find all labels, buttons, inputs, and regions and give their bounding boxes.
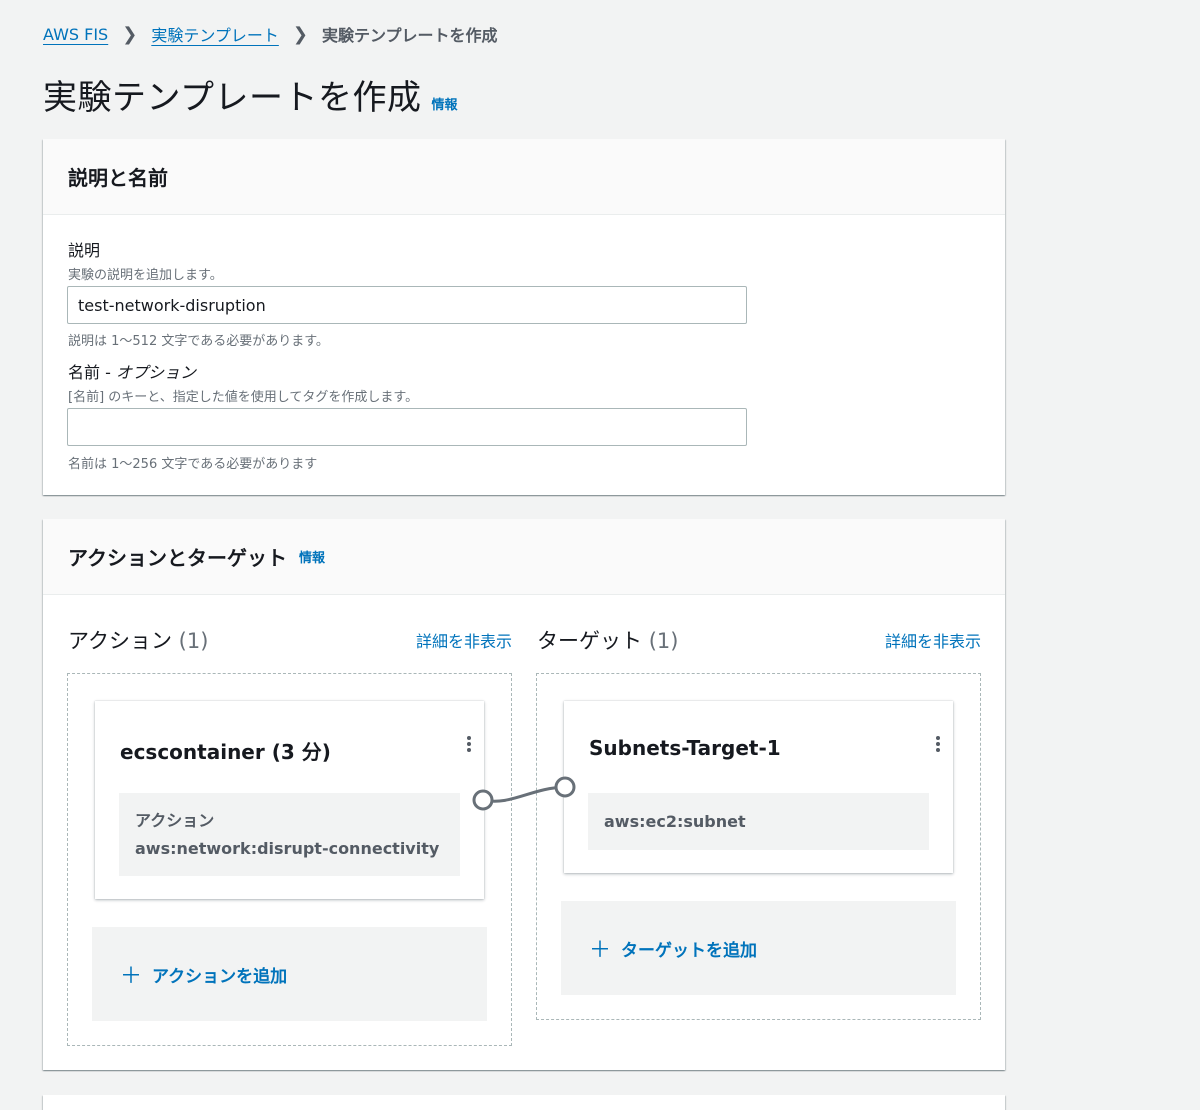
chevron-right-icon: ❯ xyxy=(122,23,138,45)
page-header: 実験テンプレートを作成 情報 xyxy=(43,70,458,119)
breadcrumb: AWS FIS ❯ 実験テンプレート ❯ 実験テンプレートを作成 xyxy=(43,22,497,46)
add-action-label: アクションを追加 xyxy=(152,966,288,987)
page-title: 実験テンプレートを作成 xyxy=(43,78,422,118)
description-input[interactable]: test-network-disruption xyxy=(67,286,747,324)
action-card-detail-value: aws:network:disrupt-connectivity xyxy=(135,839,440,858)
actions-targets-header: アクションとターゲット 情報 xyxy=(43,519,1005,595)
targets-column-header: ターゲット (1) 詳細を非表示 xyxy=(537,625,981,655)
breadcrumb-aws-fis[interactable]: AWS FIS xyxy=(43,25,108,44)
action-card-menu-icon[interactable] xyxy=(464,734,474,754)
breadcrumb-current: 実験テンプレートを作成 xyxy=(321,26,498,45)
action-card-detail: アクション aws:network:disrupt-connectivity xyxy=(119,793,460,876)
action-target-connector xyxy=(472,776,576,811)
action-card[interactable]: ecscontainer (3 分) アクション aws:network:dis… xyxy=(95,701,484,899)
target-card-detail-value: aws:ec2:subnet xyxy=(604,811,746,831)
actions-hide-details-link[interactable]: 詳細を非表示 xyxy=(416,628,512,652)
target-card-detail: aws:ec2:subnet xyxy=(588,793,929,850)
connector-end-handle[interactable] xyxy=(554,776,576,798)
description-name-title: 説明と名前 xyxy=(68,166,168,190)
description-constraint: 説明は 1〜512 文字である必要があります。 xyxy=(68,334,329,349)
plus-icon: ＋ xyxy=(589,938,612,963)
description-field: 説明 実験の説明を追加します。 xyxy=(68,237,223,283)
next-panel xyxy=(43,1095,1005,1110)
action-card-detail-label: アクション xyxy=(135,811,215,830)
chevron-right-icon: ❯ xyxy=(292,23,308,45)
name-constraint: 名前は 1〜256 文字である必要があります xyxy=(68,457,318,472)
targets-column-title: ターゲット (1) xyxy=(537,625,678,655)
actions-title: アクション xyxy=(68,629,172,653)
action-card-title: ecscontainer (3 分) xyxy=(120,740,331,764)
page-info-link[interactable]: 情報 xyxy=(431,94,457,113)
name-label-text: 名前 - xyxy=(68,363,116,382)
actions-targets-info-link[interactable]: 情報 xyxy=(299,547,325,566)
add-target-label: ターゲットを追加 xyxy=(621,940,758,961)
name-optional-label: オプション xyxy=(115,363,196,382)
actions-column-header: アクション (1) 詳細を非表示 xyxy=(68,625,512,655)
actions-targets-title: アクションとターゲット xyxy=(68,546,287,570)
description-name-header: 説明と名前 xyxy=(43,139,1005,215)
actions-count: (1) xyxy=(178,629,209,653)
description-help: 実験の説明を追加します。 xyxy=(68,268,223,283)
add-action-button[interactable]: ＋ アクションを追加 xyxy=(92,927,487,1021)
name-field: 名前 - オプション [名前] のキーと、指定した値を使用してタグを作成します。 xyxy=(68,359,418,405)
target-card[interactable]: Subnets-Target-1 aws:ec2:subnet xyxy=(564,701,953,873)
target-card-menu-icon[interactable] xyxy=(933,734,943,754)
actions-column-title: アクション (1) xyxy=(68,625,208,655)
targets-count: (1) xyxy=(648,629,679,653)
name-input[interactable] xyxy=(67,408,747,446)
connector-start-handle[interactable] xyxy=(472,789,494,811)
name-label: 名前 - オプション xyxy=(68,359,418,383)
description-name-panel: 説明と名前 説明 実験の説明を追加します。 test-network-disru… xyxy=(43,139,1005,495)
add-target-button[interactable]: ＋ ターゲットを追加 xyxy=(561,901,956,995)
actions-targets-panel: アクションとターゲット 情報 アクション (1) 詳細を非表示 ecsconta… xyxy=(43,519,1005,1070)
targets-title: ターゲット xyxy=(537,629,642,653)
description-label: 説明 xyxy=(68,241,101,260)
name-help: [名前] のキーと、指定した値を使用してタグを作成します。 xyxy=(68,390,419,405)
target-card-title: Subnets-Target-1 xyxy=(589,736,781,760)
connector-line xyxy=(482,785,566,803)
breadcrumb-experiment-templates[interactable]: 実験テンプレート xyxy=(151,22,279,46)
plus-icon: ＋ xyxy=(120,964,143,989)
targets-hide-details-link[interactable]: 詳細を非表示 xyxy=(885,628,981,652)
